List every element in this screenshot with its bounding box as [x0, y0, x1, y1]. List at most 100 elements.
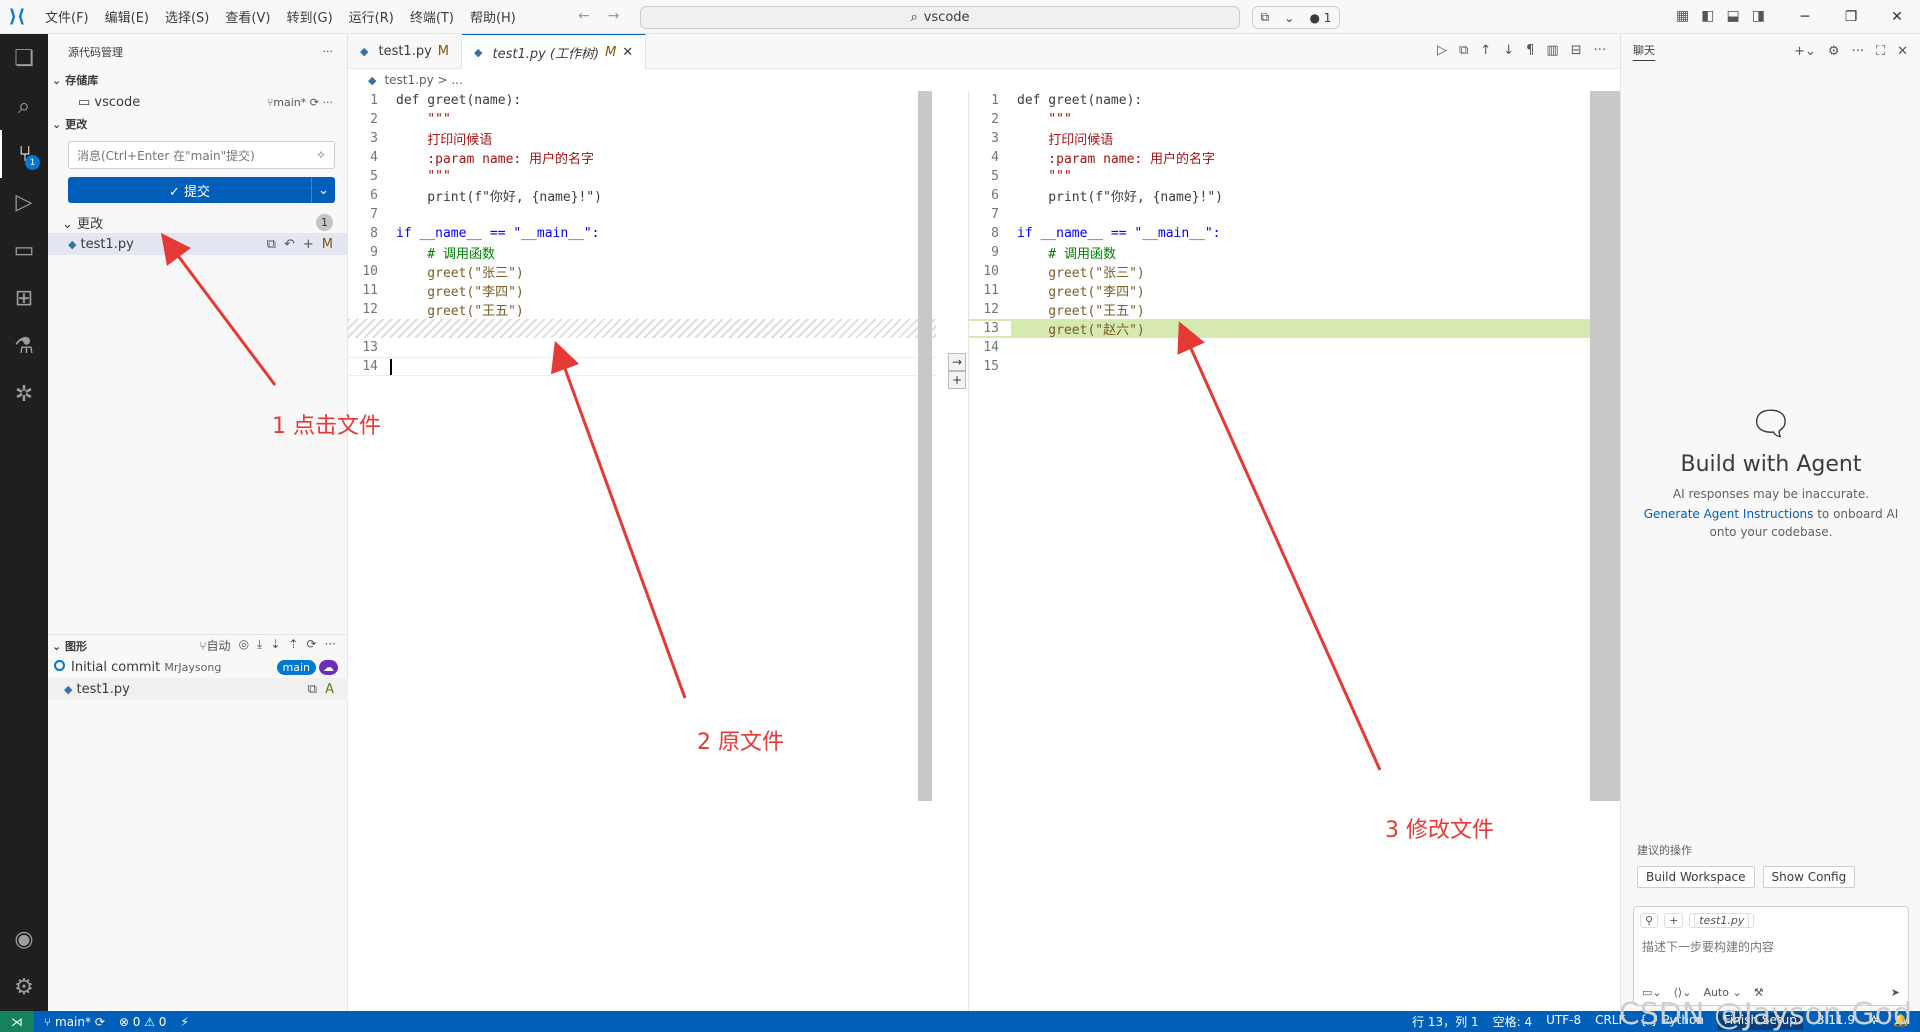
run-debug-icon[interactable]: ▷ [0, 178, 48, 226]
menu-edit[interactable]: 编辑(E) [98, 3, 156, 30]
whitespace-icon[interactable]: ¶ [1526, 43, 1534, 58]
commit-file-row[interactable]: ◆ test1.py ⧉ A [48, 678, 348, 700]
search-icon: ⌕ [910, 10, 918, 25]
status-cursor-position[interactable]: 行 13，列 1 [1412, 1013, 1479, 1030]
commit-branch: main [276, 659, 316, 675]
menu-go[interactable]: 转到(G) [279, 3, 339, 30]
stage-plus-icon[interactable]: + [948, 371, 966, 389]
discard-changes-icon[interactable]: ↶ [284, 237, 295, 252]
command-center[interactable]: ⌕ vscode [640, 6, 1240, 29]
commit-row[interactable]: Initial commit MrJaysong main ☁ [48, 656, 348, 678]
remote-indicator-icon[interactable]: ⋊ [0, 1011, 34, 1032]
extensions-icon[interactable]: ⊞ [0, 274, 48, 322]
gear-icon[interactable]: ⚙ [1828, 44, 1840, 59]
context-file[interactable]: test1.py [1689, 913, 1755, 928]
show-config-button[interactable]: Show Config [1762, 866, 1856, 888]
copilot-status[interactable]: ⧉ ⌄ ● 1 [1252, 6, 1340, 29]
chat-more-icon[interactable]: ··· [1852, 44, 1864, 59]
tab-test1-worktree[interactable]: ◆ test1.py (工作树) M ✕ [462, 34, 647, 69]
left-scrollbar[interactable] [918, 91, 932, 801]
repo-more-icon[interactable]: ··· [323, 96, 334, 109]
close-icon[interactable]: ✕ [1874, 0, 1920, 34]
sync-icon[interactable]: ⟳ [310, 96, 319, 109]
push-icon[interactable]: ⇡ [288, 637, 298, 654]
code-text: :param name: 用户的名字 [396, 152, 595, 167]
repositories-section-header[interactable]: ⌄ 存储库 [48, 69, 347, 91]
explorer-icon[interactable]: ❏ [0, 34, 48, 82]
next-change-icon[interactable]: ↓ [1503, 43, 1514, 58]
gear-icon[interactable]: ⚙ [0, 963, 48, 1011]
generate-instructions-link[interactable]: Generate Agent Instructions [1644, 507, 1814, 521]
maximize-icon[interactable]: ❐ [1828, 0, 1874, 34]
repository-row[interactable]: ▭ vscode ⑂main* ⟳ ··· [48, 91, 347, 113]
copilot-activity-icon[interactable]: ✲ [0, 370, 48, 418]
commit-button[interactable]: ✓ 提交 [68, 177, 311, 203]
commit-message-input[interactable]: 消息(Ctrl+Enter 在"main"提交) ✧ [68, 141, 335, 169]
minimize-icon[interactable]: ─ [1782, 0, 1828, 34]
chat-title[interactable]: 聊天 [1633, 42, 1655, 61]
account-icon[interactable]: ◉ [0, 915, 48, 963]
close-icon[interactable]: ✕ [1897, 44, 1908, 59]
changes-section-header[interactable]: ⌄ 更改 [48, 113, 347, 135]
changed-file-row[interactable]: ◆ test1.py ⧉ ↶ + M [48, 233, 347, 255]
revert-arrow-icon[interactable]: → [948, 353, 966, 371]
menu-help[interactable]: 帮助(H) [463, 3, 523, 30]
breadcrumb-path[interactable]: test1.py > ... [384, 73, 462, 87]
open-file-icon[interactable]: ⧉ [1459, 43, 1468, 58]
testing-icon[interactable]: ⚗ [0, 322, 48, 370]
toggle-sidebar-icon[interactable]: ◧ [1701, 8, 1714, 24]
menu-run[interactable]: 运行(R) [342, 3, 401, 30]
tab-test1[interactable]: ◆ test1.py M [348, 34, 463, 69]
menu-view[interactable]: 查看(V) [218, 3, 277, 30]
new-chat-icon[interactable]: +⌄ [1794, 44, 1816, 59]
toggle-panel-icon[interactable]: ⬓ [1726, 8, 1739, 24]
previous-change-icon[interactable]: ↑ [1480, 43, 1491, 58]
open-file-icon[interactable]: ⧉ [308, 682, 317, 697]
more-actions-icon[interactable]: ··· [323, 45, 334, 58]
source-control-icon[interactable]: ⑂ 1 [0, 130, 48, 178]
customize-layout-icon[interactable]: ▦ [1676, 8, 1689, 24]
open-file-icon[interactable]: ⧉ [267, 237, 276, 252]
search-view-icon[interactable]: ⌕ [0, 82, 48, 130]
inline-view-icon[interactable]: ▥ [1546, 43, 1558, 58]
status-branch[interactable]: ⑂ main* ⟳ [44, 1015, 105, 1029]
toggle-secondary-sidebar-icon[interactable]: ◨ [1752, 8, 1765, 24]
run-icon[interactable]: ▷ [1437, 43, 1447, 58]
changes-group-header[interactable]: ⌄ 更改 1 [48, 211, 347, 233]
remote-explorer-icon[interactable]: ▭ [0, 226, 48, 274]
annotation-modified-file: 3 修改文件 [1385, 818, 1494, 843]
agent-disclaimer: AI responses may be inaccurate. [1672, 487, 1870, 501]
commit-file-actions: ⧉ A [308, 682, 334, 697]
graph-more-icon[interactable]: ··· [325, 637, 336, 654]
status-encoding[interactable]: UTF-8 [1546, 1013, 1581, 1030]
fetch-icon[interactable]: ⤓ [257, 637, 262, 654]
back-arrow-icon[interactable]: ← [578, 8, 590, 24]
build-workspace-button[interactable]: Build Workspace [1637, 866, 1755, 888]
close-icon[interactable]: ✕ [622, 45, 633, 60]
forward-arrow-icon[interactable]: → [608, 8, 620, 24]
original-file-pane[interactable]: 1 def greet(name): 2 """ 3 打印问候语 4 :param… [348, 91, 936, 1011]
ports-icon[interactable]: ⚡ [180, 1015, 188, 1029]
target-icon[interactable]: ◎ [239, 637, 249, 654]
pull-icon[interactable]: ⇣ [270, 637, 280, 654]
status-indentation[interactable]: 空格: 4 [1493, 1013, 1533, 1030]
graph-auto[interactable]: 自动 [207, 639, 231, 653]
graph-header[interactable]: ⌄ 图形 ⑂自动 ◎ ⤓ ⇣ ⇡ ⟳ ··· [48, 634, 348, 656]
repo-branch[interactable]: main* [273, 96, 306, 109]
menu-terminal[interactable]: 终端(T) [403, 3, 461, 30]
add-context-icon[interactable]: + [1664, 913, 1684, 928]
status-problems[interactable]: ⊗ 0 ⚠ 0 [119, 1015, 167, 1029]
stage-changes-icon[interactable]: + [303, 237, 314, 252]
chat-input-box[interactable]: ⚲ + test1.py 描述下一步要构建的内容 ▭⌄ ⟨⟩⌄ Auto ⌄ ⚒… [1633, 906, 1909, 1006]
attach-icon[interactable]: ⚲ [1640, 913, 1659, 928]
sparkle-icon[interactable]: ✧ [316, 148, 326, 162]
editor-more-icon[interactable]: ··· [1594, 43, 1606, 58]
menu-file[interactable]: 文件(F) [38, 3, 96, 30]
right-scrollbar[interactable] [1590, 91, 1620, 801]
menu-selection[interactable]: 选择(S) [158, 3, 216, 30]
commit-dropdown-icon[interactable]: ⌄ [311, 177, 335, 203]
maximize-icon[interactable]: ⛶ [1876, 44, 1885, 59]
split-editor-icon[interactable]: ⊟ [1571, 43, 1582, 58]
refresh-icon[interactable]: ⟳ [306, 637, 316, 654]
modified-file-pane[interactable]: 1 def greet(name): 2 """ 3 打印问候语 4 :param… [968, 91, 1620, 1011]
